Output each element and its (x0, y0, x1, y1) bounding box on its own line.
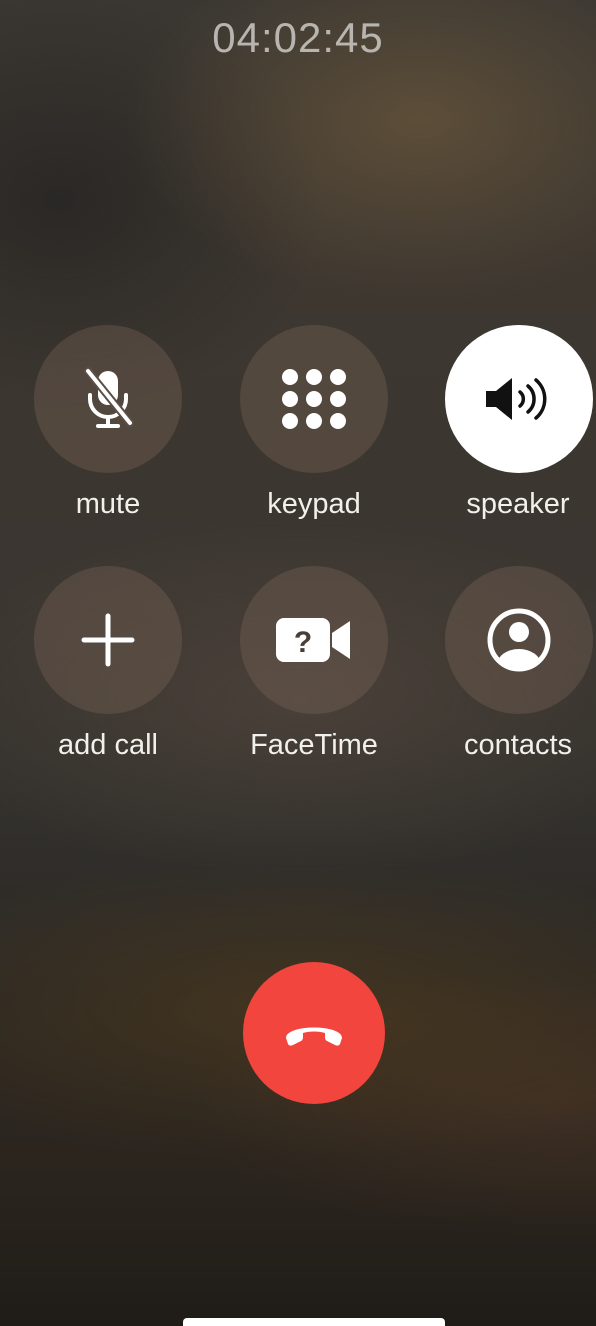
contacts-label: contacts (464, 729, 572, 761)
contacts-button[interactable] (445, 566, 593, 714)
mute-button[interactable] (34, 325, 182, 473)
speaker-wave-icon (482, 375, 556, 423)
svg-text:?: ? (294, 626, 312, 659)
add-call-button[interactable] (34, 566, 182, 714)
add-call-label: add call (58, 729, 158, 761)
plus-icon (80, 612, 136, 668)
phone-down-icon (282, 1018, 346, 1048)
mic-slash-icon (76, 365, 140, 433)
end-call-button[interactable] (243, 962, 385, 1104)
person-circle-icon (486, 607, 552, 673)
mute-label: mute (75, 488, 141, 520)
keypad-icon (279, 367, 349, 431)
facetime-label: FaceTime (250, 729, 378, 761)
home-indicator[interactable] (183, 1318, 445, 1326)
keypad-button[interactable] (240, 325, 388, 473)
call-controls-grid: mute keypad speaker add call ? FaceTime … (0, 0, 596, 800)
keypad-label: keypad (267, 488, 361, 520)
speaker-label: speaker (466, 488, 570, 520)
facetime-button[interactable]: ? (240, 566, 388, 714)
speaker-button[interactable] (445, 325, 593, 473)
video-camera-question-icon: ? (274, 615, 354, 665)
